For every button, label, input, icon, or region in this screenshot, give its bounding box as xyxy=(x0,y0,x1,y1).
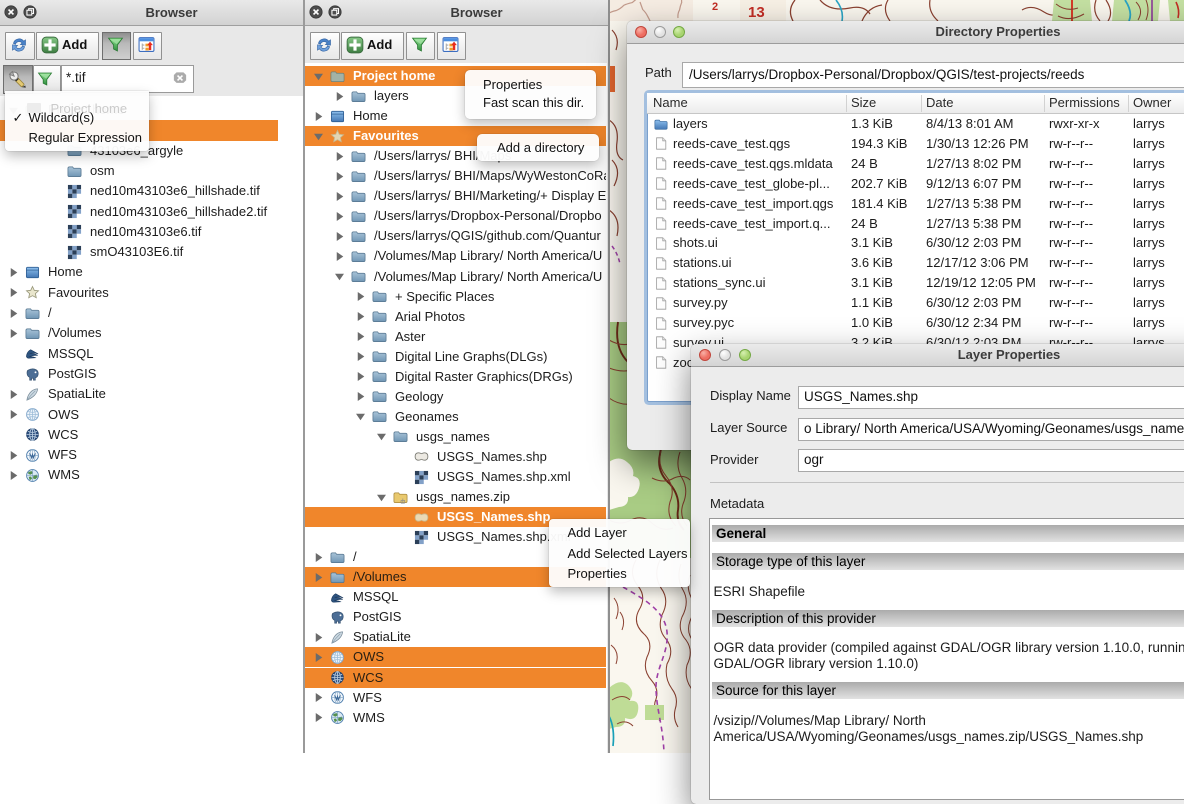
svg-text:13: 13 xyxy=(748,4,765,21)
svg-text:2: 2 xyxy=(712,1,718,13)
